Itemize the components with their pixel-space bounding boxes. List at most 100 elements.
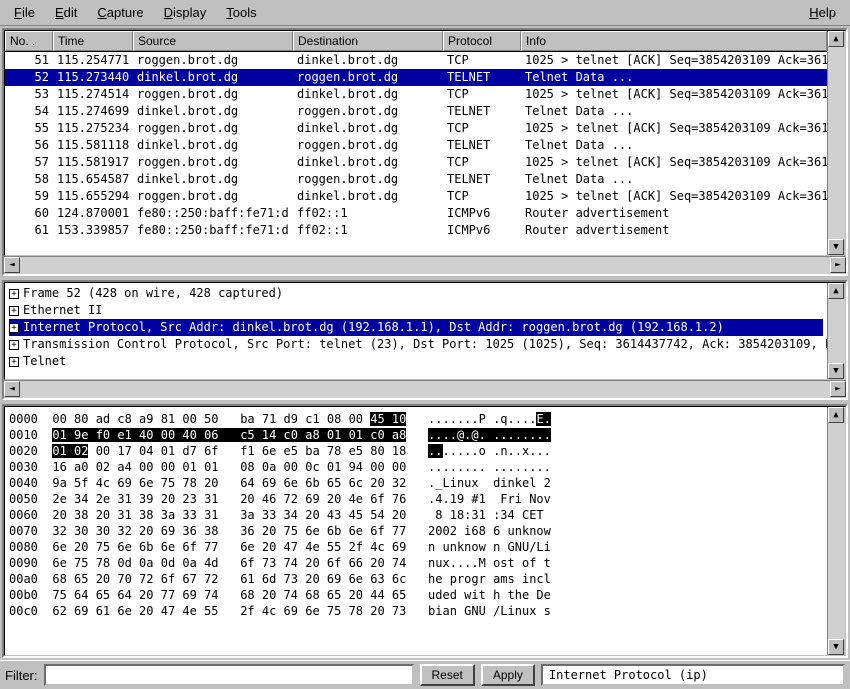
packet-cell: TCP (443, 188, 521, 205)
packet-cell: 1025 > telnet [ACK] Seq=3854203109 Ack=3… (521, 52, 827, 69)
packet-cell: 124.870001 (53, 205, 133, 222)
packet-cell: 115.655294 (53, 188, 133, 205)
packet-row[interactable]: 58115.654587dinkel.brot.dgroggen.brot.dg… (5, 171, 827, 188)
packet-cell: Telnet Data ... (521, 69, 827, 86)
expand-icon[interactable]: + (9, 340, 19, 350)
packet-row[interactable]: 56115.581118dinkel.brot.dgroggen.brot.dg… (5, 137, 827, 154)
tree-label: Internet Protocol, Src Addr: dinkel.brot… (23, 319, 724, 336)
packet-row[interactable]: 60124.870001fe80::250:baff:fe71:dff02::1… (5, 205, 827, 222)
packet-cell: 115.254771 (53, 52, 133, 69)
packet-cell: roggen.brot.dg (133, 86, 293, 103)
menu-tools[interactable]: Tools (216, 3, 266, 22)
packet-cell: 51 (5, 52, 53, 69)
tree-label: Telnet (23, 353, 66, 370)
packet-list-body[interactable]: 51115.254771roggen.brot.dgdinkel.brot.dg… (5, 52, 827, 239)
scroll-up-icon[interactable]: ▲ (828, 31, 844, 47)
hex-line: 0080 6e 20 75 6e 6b 6e 6f 77 6e 20 47 4e… (9, 539, 823, 555)
menu-capture[interactable]: Capture (87, 3, 153, 22)
scroll-down-icon[interactable]: ▼ (828, 239, 844, 255)
packet-cell: TELNET (443, 171, 521, 188)
packet-cell: 60 (5, 205, 53, 222)
packet-cell: 1025 > telnet [ACK] Seq=3854203109 Ack=3… (521, 154, 827, 171)
scroll-right-icon[interactable]: ► (830, 257, 846, 273)
packet-cell: 115.275234 (53, 120, 133, 137)
packet-row[interactable]: 61153.339857fe80::250:baff:fe71:dff02::1… (5, 222, 827, 239)
scroll-left-icon[interactable]: ◄ (4, 257, 20, 273)
packet-row[interactable]: 59115.655294roggen.brot.dgdinkel.brot.dg… (5, 188, 827, 205)
packet-cell: 52 (5, 69, 53, 86)
packet-list-hscrollbar[interactable]: ◄ ► (4, 256, 846, 274)
reset-button[interactable]: Reset (420, 664, 475, 686)
scroll-up-icon[interactable]: ▲ (828, 407, 844, 423)
tree-row[interactable]: + Frame 52 (428 on wire, 428 captured) (9, 285, 823, 302)
col-header-no[interactable]: No. . (5, 31, 53, 51)
packet-cell: roggen.brot.dg (133, 188, 293, 205)
packet-cell: 55 (5, 120, 53, 137)
hex-line: 0050 2e 34 2e 31 39 20 23 31 20 46 72 69… (9, 491, 823, 507)
packet-cell: 115.273440 (53, 69, 133, 86)
expand-icon[interactable]: + (9, 357, 19, 367)
packet-cell: 58 (5, 171, 53, 188)
packet-row[interactable]: 55115.275234roggen.brot.dgdinkel.brot.dg… (5, 120, 827, 137)
packet-cell: TELNET (443, 103, 521, 120)
tree-row[interactable]: +Transmission Control Protocol, Src Port… (9, 336, 823, 353)
filter-input[interactable] (44, 664, 414, 686)
packet-cell: 56 (5, 137, 53, 154)
col-header-destination[interactable]: Destination (293, 31, 443, 51)
hex-vscrollbar[interactable]: ▲ ▼ (827, 407, 845, 655)
packet-cell: dinkel.brot.dg (133, 137, 293, 154)
scroll-right-icon[interactable]: ► (830, 381, 846, 397)
packet-row[interactable]: 53115.274514roggen.brot.dgdinkel.brot.dg… (5, 86, 827, 103)
hex-line: 0020 01 02 00 17 04 01 d7 6f f1 6e e5 ba… (9, 443, 823, 459)
scroll-down-icon[interactable]: ▼ (828, 363, 844, 379)
packet-cell: dinkel.brot.dg (293, 188, 443, 205)
tree-label: Frame 52 (428 on wire, 428 captured) (23, 285, 283, 302)
protocol-tree-body[interactable]: + Frame 52 (428 on wire, 428 captured)+Et… (5, 283, 827, 379)
packet-cell: roggen.brot.dg (293, 137, 443, 154)
packet-cell: 115.274699 (53, 103, 133, 120)
packet-list-vscrollbar[interactable]: ▲ ▼ (827, 31, 845, 255)
hex-dump-pane: 0000 00 80 ad c8 a9 81 00 50 ba 71 d9 c1… (2, 404, 848, 658)
expand-icon[interactable]: + (9, 289, 19, 299)
expand-icon[interactable]: + (9, 306, 19, 316)
packet-cell: Router advertisement (521, 222, 827, 239)
packet-cell: 53 (5, 86, 53, 103)
packet-row[interactable]: 57115.581917roggen.brot.dgdinkel.brot.dg… (5, 154, 827, 171)
tree-row[interactable]: + Telnet (9, 353, 823, 370)
col-header-time[interactable]: Time (53, 31, 133, 51)
packet-cell: Router advertisement (521, 205, 827, 222)
expand-icon[interactable]: + (9, 323, 19, 333)
col-header-protocol[interactable]: Protocol (443, 31, 521, 51)
tree-vscrollbar[interactable]: ▲ ▼ (827, 283, 845, 379)
menu-edit[interactable]: Edit (45, 3, 87, 22)
packet-row[interactable]: 51115.254771roggen.brot.dgdinkel.brot.dg… (5, 52, 827, 69)
scroll-left-icon[interactable]: ◄ (4, 381, 20, 397)
packet-cell: fe80::250:baff:fe71:d (133, 222, 293, 239)
packet-cell: roggen.brot.dg (293, 69, 443, 86)
packet-cell: TCP (443, 154, 521, 171)
tree-hscrollbar[interactable]: ◄ ► (4, 380, 846, 398)
packet-cell: roggen.brot.dg (293, 171, 443, 188)
hex-dump-body[interactable]: 0000 00 80 ad c8 a9 81 00 50 ba 71 d9 c1… (5, 407, 827, 655)
packet-cell: dinkel.brot.dg (293, 120, 443, 137)
menu-display[interactable]: Display (154, 3, 217, 22)
col-header-source[interactable]: Source (133, 31, 293, 51)
packet-list-header: No. . Time Source Destination Protocol I… (5, 31, 827, 52)
packet-cell: ff02::1 (293, 205, 443, 222)
col-header-info[interactable]: Info (521, 31, 827, 51)
packet-cell: dinkel.brot.dg (293, 154, 443, 171)
scroll-down-icon[interactable]: ▼ (828, 639, 844, 655)
packet-cell: TELNET (443, 69, 521, 86)
tree-row[interactable]: + Internet Protocol, Src Addr: dinkel.bro… (9, 319, 823, 336)
packet-row[interactable]: 52115.273440dinkel.brot.dgroggen.brot.dg… (5, 69, 827, 86)
packet-cell: roggen.brot.dg (133, 154, 293, 171)
apply-button[interactable]: Apply (481, 664, 535, 686)
packet-row[interactable]: 54115.274699dinkel.brot.dgroggen.brot.dg… (5, 103, 827, 120)
hex-line: 0000 00 80 ad c8 a9 81 00 50 ba 71 d9 c1… (9, 411, 823, 427)
hex-line: 0090 6e 75 78 0d 0a 0d 0a 4d 6f 73 74 20… (9, 555, 823, 571)
tree-row[interactable]: +Ethernet II (9, 302, 823, 319)
menu-file[interactable]: File (4, 3, 45, 22)
menu-help[interactable]: Help (799, 3, 846, 22)
packet-cell: 115.581917 (53, 154, 133, 171)
scroll-up-icon[interactable]: ▲ (828, 283, 844, 299)
